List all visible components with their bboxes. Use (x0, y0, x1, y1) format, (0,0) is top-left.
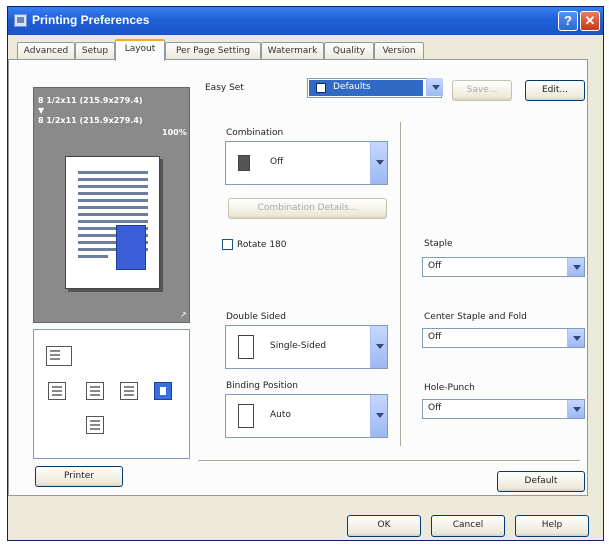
tab-per-page-setting[interactable]: Per Page Setting (165, 42, 261, 60)
double-sided-label: Double Sided (226, 312, 286, 322)
center-staple-select[interactable]: Off (422, 328, 585, 348)
hole-punch-value: Off (428, 403, 442, 413)
page-preview: 8 1/2x11 (215.9x279.4) ▼ 8 1/2x11 (215.9… (33, 87, 190, 323)
device-options-panel (33, 329, 190, 459)
ok-button[interactable]: OK (347, 515, 421, 537)
double-sided-select[interactable]: Single-Sided (225, 325, 388, 369)
default-button[interactable]: Default (497, 471, 585, 492)
tab-setup[interactable]: Setup (75, 42, 115, 60)
chevron-down-icon[interactable] (370, 326, 387, 368)
printer-icon[interactable] (46, 346, 72, 366)
binding-position-select[interactable]: Auto (225, 394, 388, 438)
combination-select[interactable]: Off (225, 141, 388, 185)
printer-button[interactable]: Printer (35, 466, 123, 487)
staple-value: Off (428, 261, 442, 271)
close-button[interactable]: ✕ (580, 11, 600, 31)
cancel-button[interactable]: Cancel (431, 515, 505, 537)
staple-select[interactable]: Off (422, 257, 585, 277)
horizontal-divider (198, 460, 580, 462)
tab-watermark[interactable]: Watermark (261, 42, 324, 60)
chevron-down-icon[interactable] (370, 395, 387, 437)
finisher-icon[interactable] (86, 382, 104, 400)
chevron-down-icon[interactable] (370, 142, 387, 184)
preview-page (65, 156, 160, 289)
vertical-divider (400, 122, 402, 446)
combination-label: Combination (226, 128, 284, 138)
page-icon (238, 404, 254, 428)
chevron-down-icon[interactable] (426, 78, 443, 96)
options-icon[interactable] (86, 416, 104, 434)
hole-punch-select[interactable]: Off (422, 399, 585, 419)
tab-layout[interactable]: Layout (115, 39, 165, 61)
title-bar[interactable]: Printing Preferences ? ✕ (8, 7, 603, 35)
combination-details-button[interactable]: Combination Details... (228, 198, 387, 219)
chevron-down-icon[interactable] (567, 400, 584, 418)
binding-position-label: Binding Position (226, 381, 298, 391)
tab-version[interactable]: Version (374, 42, 424, 60)
easy-set-select[interactable]: Defaults (307, 78, 443, 98)
center-staple-value: Off (428, 332, 442, 342)
edit-button[interactable]: Edit... (525, 80, 585, 101)
combination-value: Off (270, 157, 284, 167)
easy-set-value: Defaults (333, 82, 371, 92)
page-icon (238, 335, 254, 359)
tab-quality[interactable]: Quality (324, 42, 374, 60)
rotate-180-label: Rotate 180 (237, 240, 287, 250)
easy-set-label: Easy Set (205, 83, 244, 93)
help-title-button[interactable]: ? (558, 11, 578, 31)
combination-icon (238, 155, 250, 171)
rotate-180-checkbox[interactable] (222, 239, 233, 250)
preview-arrow: ▼ (38, 106, 45, 115)
selected-option-icon[interactable] (154, 382, 172, 400)
save-button[interactable]: Save... (452, 80, 512, 101)
preview-output-size: 8 1/2x11 (215.9x279.4) (38, 116, 143, 125)
help-button[interactable]: Help (515, 515, 589, 537)
binding-position-value: Auto (270, 410, 291, 420)
resize-corner-icon: ↗ (180, 310, 187, 319)
printer-icon (14, 14, 27, 27)
hole-punch-label: Hole-Punch (424, 383, 475, 393)
settings-icon (316, 83, 326, 93)
preview-zoom: 100% (162, 128, 187, 137)
preview-paper-size: 8 1/2x11 (215.9x279.4) (38, 96, 143, 105)
tab-advanced[interactable]: Advanced (17, 42, 75, 60)
easy-set-highlight: Defaults (309, 80, 423, 96)
preview-image-block (116, 225, 146, 270)
double-sided-value: Single-Sided (270, 341, 327, 351)
chevron-down-icon[interactable] (567, 258, 584, 276)
staple-label: Staple (424, 239, 453, 249)
center-staple-label: Center Staple and Fold (424, 312, 527, 322)
window-title: Printing Preferences (32, 13, 150, 27)
chevron-down-icon[interactable] (567, 329, 584, 347)
output-tray-icon[interactable] (48, 382, 66, 400)
mailbox-icon[interactable] (120, 382, 138, 400)
